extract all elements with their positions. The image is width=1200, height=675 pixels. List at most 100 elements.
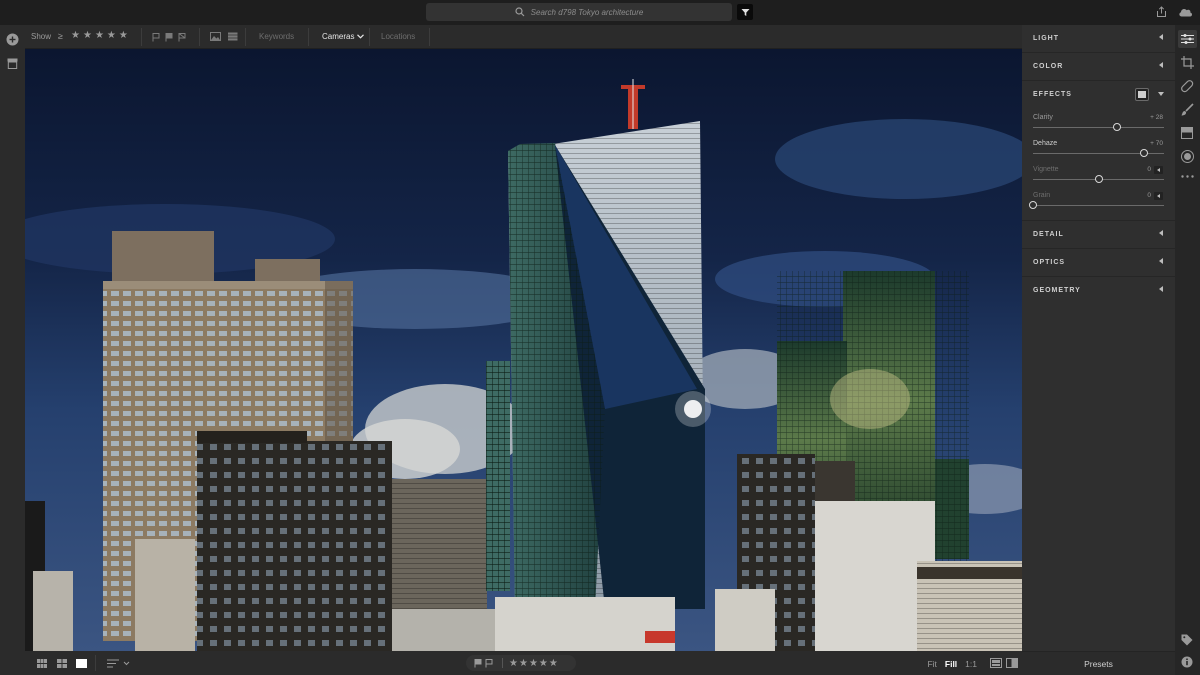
presets-button[interactable]: Presets bbox=[1022, 651, 1175, 675]
edit-panel: LIGHT COLOR EFFECTS Clarity + 28 Dehaze … bbox=[1022, 25, 1175, 651]
section-detail[interactable]: DETAIL bbox=[1022, 221, 1175, 249]
square-grid-view-icon[interactable] bbox=[57, 659, 67, 668]
before-after-icon[interactable] bbox=[1006, 658, 1018, 668]
chevron-left-icon bbox=[1159, 286, 1163, 292]
mask-icon[interactable] bbox=[1135, 88, 1149, 101]
grain-options-button[interactable] bbox=[1154, 192, 1163, 200]
compare-icon[interactable] bbox=[990, 658, 1002, 668]
chevron-down-icon[interactable] bbox=[1158, 92, 1164, 96]
star-icon[interactable]: ★ bbox=[549, 658, 559, 669]
zoom-fill[interactable]: Fill bbox=[945, 659, 957, 669]
chevron-left-icon bbox=[1159, 34, 1163, 40]
keywords-filter[interactable]: Keywords bbox=[259, 32, 294, 41]
section-title: COLOR bbox=[1033, 63, 1064, 70]
chevron-left-icon bbox=[1159, 258, 1163, 264]
star-icon[interactable]: ★ bbox=[509, 658, 519, 669]
radial-gradient-icon[interactable] bbox=[1181, 150, 1194, 163]
section-effects: EFFECTS Clarity + 28 Dehaze + 70 Vignett… bbox=[1022, 81, 1175, 221]
chevron-left-icon bbox=[1159, 230, 1163, 236]
bottom-bar: ★★★★★ Fit Fill 1:1 bbox=[25, 651, 1022, 675]
chevron-down-icon bbox=[356, 34, 364, 39]
search-input[interactable]: Search d798 Tokyo architecture bbox=[426, 3, 732, 21]
top-bar: Search d798 Tokyo architecture bbox=[0, 0, 1200, 25]
brush-icon[interactable] bbox=[1181, 103, 1194, 116]
crop-icon[interactable] bbox=[1181, 56, 1194, 69]
section-color[interactable]: COLOR bbox=[1022, 53, 1175, 81]
grain-knob[interactable] bbox=[1029, 201, 1037, 209]
divider bbox=[95, 655, 96, 671]
grain-label: Grain bbox=[1033, 192, 1051, 199]
photo-image bbox=[25, 49, 1022, 651]
star-rating-filter[interactable]: ★ ★ ★ ★ ★ bbox=[71, 30, 131, 41]
divider bbox=[429, 28, 430, 46]
grain-value[interactable]: 0 bbox=[1147, 192, 1151, 199]
clarity-value[interactable]: + 28 bbox=[1150, 114, 1163, 121]
star-icon[interactable]: ★ bbox=[119, 30, 128, 41]
cameras-filter[interactable]: Cameras bbox=[322, 32, 364, 41]
app-window: Search d798 Tokyo architecture Show ≥ ★ ★… bbox=[0, 0, 1200, 675]
healing-icon[interactable] bbox=[1181, 80, 1194, 93]
add-photos-icon[interactable] bbox=[6, 33, 19, 46]
grid-view-icon[interactable] bbox=[37, 659, 47, 668]
star-icon[interactable]: ★ bbox=[95, 30, 104, 41]
dehaze-knob[interactable] bbox=[1140, 149, 1149, 157]
zoom-fit[interactable]: Fit bbox=[927, 659, 936, 669]
right-toolbar bbox=[1175, 25, 1200, 675]
vignette-value[interactable]: 0 bbox=[1147, 166, 1151, 173]
dehaze-value[interactable]: + 70 bbox=[1150, 140, 1163, 147]
star-icon[interactable]: ★ bbox=[519, 658, 529, 669]
star-icon[interactable]: ★ bbox=[107, 30, 116, 41]
rating-operator[interactable]: ≥ bbox=[58, 31, 63, 41]
divider bbox=[199, 28, 200, 46]
star-icon[interactable]: ★ bbox=[529, 658, 539, 669]
more-icon[interactable] bbox=[1181, 175, 1194, 178]
zoom-controls: Fit Fill 1:1 bbox=[927, 659, 977, 669]
rating-flag-pill: ★★★★★ bbox=[466, 655, 576, 671]
media-type-icons[interactable] bbox=[210, 32, 238, 41]
divider bbox=[369, 28, 370, 46]
tag-icon[interactable] bbox=[1181, 634, 1193, 646]
edit-sliders-icon[interactable] bbox=[1181, 34, 1194, 44]
left-toolbar bbox=[0, 25, 25, 675]
photo-canvas[interactable] bbox=[25, 49, 1022, 651]
filter-button[interactable] bbox=[737, 4, 753, 20]
section-title: GEOMETRY bbox=[1033, 287, 1081, 294]
search-icon bbox=[515, 7, 525, 17]
info-icon[interactable] bbox=[1181, 656, 1193, 668]
vignette-knob[interactable] bbox=[1094, 175, 1103, 183]
star-icon[interactable]: ★ bbox=[71, 30, 80, 41]
grain-slider[interactable] bbox=[1033, 205, 1164, 206]
star-rating[interactable]: ★★★★★ bbox=[509, 658, 559, 669]
chevron-left-icon bbox=[1157, 168, 1160, 172]
chevron-left-icon bbox=[1159, 62, 1163, 68]
flag-filter-icons[interactable] bbox=[152, 33, 189, 42]
section-title[interactable]: EFFECTS bbox=[1033, 91, 1072, 98]
clarity-knob[interactable] bbox=[1112, 123, 1121, 131]
locations-filter[interactable]: Locations bbox=[381, 32, 415, 41]
detail-view-icon[interactable] bbox=[76, 659, 87, 668]
divider bbox=[245, 28, 246, 46]
library-icon[interactable] bbox=[7, 58, 18, 69]
section-geometry[interactable]: GEOMETRY bbox=[1022, 277, 1175, 305]
divider bbox=[141, 28, 142, 46]
dehaze-label: Dehaze bbox=[1033, 140, 1058, 147]
share-icon[interactable] bbox=[1156, 6, 1167, 18]
section-light[interactable]: LIGHT bbox=[1022, 25, 1175, 53]
clarity-label: Clarity bbox=[1033, 114, 1053, 121]
zoom-1-1[interactable]: 1:1 bbox=[965, 659, 977, 669]
cloud-icon[interactable] bbox=[1178, 7, 1193, 17]
show-label: Show bbox=[31, 32, 52, 41]
cameras-label: Cameras bbox=[322, 32, 355, 41]
sort-icon[interactable] bbox=[107, 659, 131, 668]
linear-gradient-icon[interactable] bbox=[1181, 127, 1193, 139]
clarity-slider[interactable] bbox=[1033, 127, 1164, 128]
star-icon[interactable]: ★ bbox=[83, 30, 92, 41]
chevron-left-icon bbox=[1157, 194, 1160, 198]
star-icon[interactable]: ★ bbox=[539, 658, 549, 669]
flag-icons[interactable] bbox=[474, 658, 496, 668]
section-optics[interactable]: OPTICS bbox=[1022, 249, 1175, 277]
section-title: OPTICS bbox=[1033, 259, 1066, 266]
section-title: DETAIL bbox=[1033, 231, 1064, 238]
filter-icon bbox=[741, 8, 749, 16]
vignette-options-button[interactable] bbox=[1154, 166, 1163, 174]
